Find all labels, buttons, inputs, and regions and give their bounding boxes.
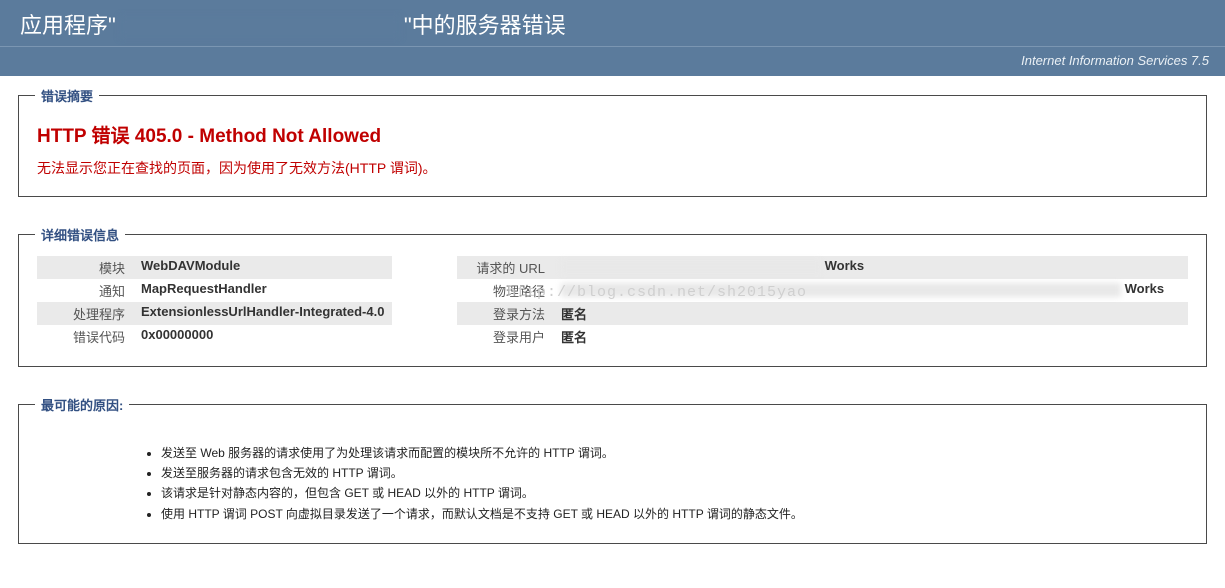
table-row: 通知 MapRequestHandler — [37, 279, 392, 302]
detail-label: 通知 — [37, 279, 133, 302]
causes-list: 发送至 Web 服务器的请求使用了为处理该请求而配置的模块所不允许的 HTTP … — [127, 444, 1188, 524]
header-title: 应用程序" "中的服务器错误 — [20, 8, 566, 40]
page-header: 应用程序" "中的服务器错误 — [0, 0, 1225, 46]
detail-value: Works — [553, 256, 1188, 279]
detail-label: 模块 — [37, 256, 133, 279]
header-redacted — [120, 16, 400, 38]
table-row: 物理路径 Works — [457, 279, 1188, 302]
detail-label: 物理路径 — [457, 279, 553, 302]
table-row: 请求的 URL Works — [457, 256, 1188, 279]
list-item: 发送至服务器的请求包含无效的 HTTP 谓词。 — [161, 464, 1188, 483]
detail-label: 登录方法 — [457, 302, 553, 325]
header-prefix: 应用程序" — [20, 13, 116, 38]
redacted-value — [561, 260, 821, 274]
detail-value: 匿名 — [553, 325, 1188, 348]
value-suffix: Works — [825, 258, 865, 273]
detail-label: 处理程序 — [37, 302, 133, 325]
error-summary-box: 错误摘要 HTTP 错误 405.0 - Method Not Allowed … — [18, 86, 1207, 197]
header-suffix: "中的服务器错误 — [404, 13, 566, 38]
detail-value: 0x00000000 — [133, 325, 392, 348]
details-right-table: 请求的 URL Works 物理路径 Works — [457, 256, 1188, 348]
error-http-title: HTTP 错误 405.0 - Method Not Allowed — [37, 121, 1188, 148]
error-details-box: 详细错误信息 模块 WebDAVModule 通知 MapRequestHand… — [18, 225, 1207, 367]
detail-value: MapRequestHandler — [133, 279, 392, 302]
detail-value: WebDAVModule — [133, 256, 392, 279]
error-http-subtitle: 无法显示您正在查找的页面，因为使用了无效方法(HTTP 谓词)。 — [37, 158, 1188, 178]
detail-label: 请求的 URL — [457, 256, 553, 279]
redacted-value — [561, 283, 1121, 297]
detail-label: 登录用户 — [457, 325, 553, 348]
iis-version: Internet Information Services 7.5 — [1021, 53, 1209, 68]
table-row: 登录方法 匿名 — [457, 302, 1188, 325]
table-row: 错误代码 0x00000000 — [37, 325, 392, 348]
table-row: 模块 WebDAVModule — [37, 256, 392, 279]
detail-value: ExtensionlessUrlHandler-Integrated-4.0 — [133, 302, 392, 325]
table-row: 处理程序 ExtensionlessUrlHandler-Integrated-… — [37, 302, 392, 325]
error-details-legend: 详细错误信息 — [35, 225, 125, 244]
detail-value: 匿名 — [553, 302, 1188, 325]
likely-causes-box: 最可能的原因: 发送至 Web 服务器的请求使用了为处理该请求而配置的模块所不允… — [18, 395, 1207, 544]
likely-causes-legend: 最可能的原因: — [35, 395, 129, 414]
value-suffix: Works — [1125, 281, 1165, 296]
error-summary-legend: 错误摘要 — [35, 86, 99, 105]
list-item: 使用 HTTP 谓词 POST 向虚拟目录发送了一个请求，而默认文档是不支持 G… — [161, 505, 1188, 524]
detail-label: 错误代码 — [37, 325, 133, 348]
list-item: 该请求是针对静态内容的，但包含 GET 或 HEAD 以外的 HTTP 谓词。 — [161, 484, 1188, 503]
details-left-table: 模块 WebDAVModule 通知 MapRequestHandler 处理程… — [37, 256, 392, 348]
list-item: 发送至 Web 服务器的请求使用了为处理该请求而配置的模块所不允许的 HTTP … — [161, 444, 1188, 463]
header-subbar: Internet Information Services 7.5 — [0, 46, 1225, 76]
detail-value: Works — [553, 279, 1188, 302]
table-row: 登录用户 匿名 — [457, 325, 1188, 348]
